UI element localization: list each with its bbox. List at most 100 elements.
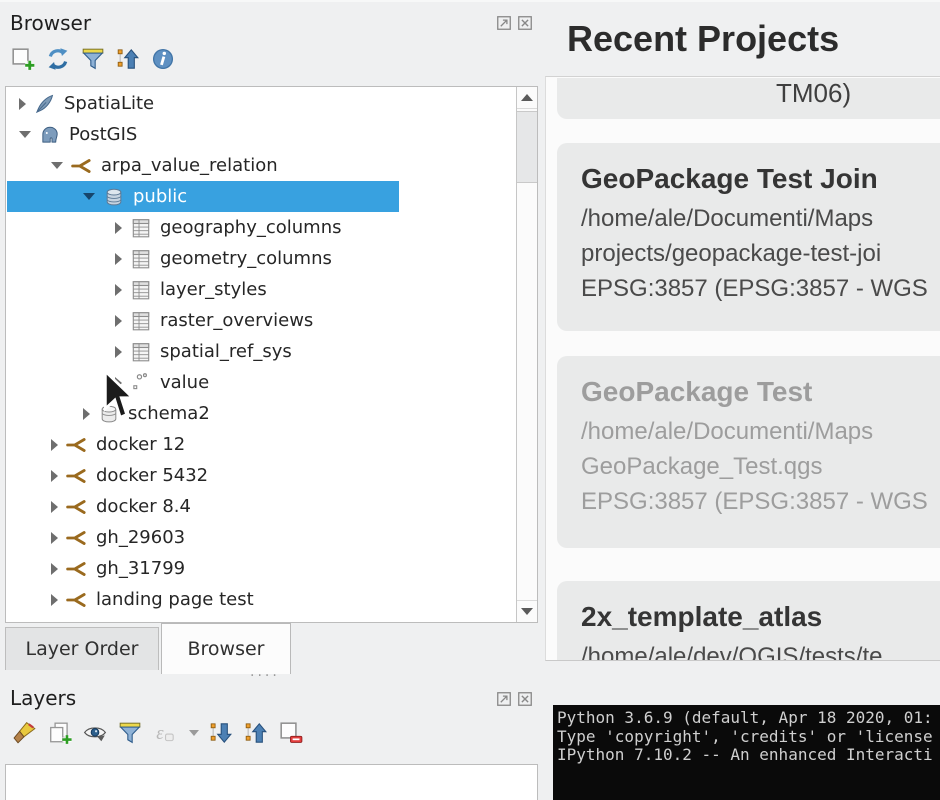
collapse-all-icon xyxy=(116,47,140,71)
expand-arrow-icon[interactable] xyxy=(19,98,26,110)
close-icon xyxy=(518,692,532,706)
tree-scrollbar[interactable] xyxy=(516,87,537,622)
expand-arrow-icon[interactable] xyxy=(51,439,58,451)
manage-map-themes-button[interactable] xyxy=(82,720,108,746)
schema-icon xyxy=(103,186,125,208)
layers-panel-title: Layers xyxy=(10,686,76,710)
project-path-line: GeoPackage_Test.qgs xyxy=(581,449,940,484)
collapse-all-icon xyxy=(244,721,268,745)
open-layer-styling-button[interactable] xyxy=(12,720,38,746)
add-group-button[interactable] xyxy=(47,720,73,746)
expand-arrow-icon[interactable] xyxy=(51,594,58,606)
layers-toolbar xyxy=(12,720,304,746)
expand-all-button[interactable] xyxy=(208,720,234,746)
expand-arrow-icon[interactable] xyxy=(115,377,122,389)
expand-arrow-icon[interactable] xyxy=(51,501,58,513)
project-path-line: /home/ale/Documenti/Maps xyxy=(581,201,940,236)
db-connection-icon xyxy=(66,496,88,518)
db-connection-icon xyxy=(66,589,88,611)
scroll-up-icon xyxy=(521,94,533,101)
db-connection-icon xyxy=(66,465,88,487)
project-crs-line: EPSG:3857 (EPSG:3857 - WGS xyxy=(581,271,940,306)
tree-item-gh-31799[interactable]: gh_31799 xyxy=(7,553,399,584)
tree-item-postgis[interactable]: PostGIS xyxy=(7,119,399,150)
filter-legend-button[interactable] xyxy=(117,720,143,746)
expand-arrow-icon[interactable] xyxy=(115,284,122,296)
project-title: GeoPackage Test xyxy=(581,376,940,408)
float-icon xyxy=(497,16,511,30)
expand-arrow-icon[interactable] xyxy=(19,131,31,138)
recent-project-card-geopackage-test-join[interactable]: GeoPackage Test Join /home/ale/Documenti… xyxy=(557,143,940,331)
filter-by-expression-button[interactable] xyxy=(152,720,178,746)
db-connection-icon xyxy=(66,527,88,549)
db-connection-icon xyxy=(71,155,93,177)
table-icon xyxy=(130,341,152,363)
scrollbar-down-button[interactable] xyxy=(517,600,537,622)
browser-panel-title: Browser xyxy=(10,11,91,35)
project-path-line: /home/ale/Documenti/Maps xyxy=(581,414,940,449)
recent-project-card-2x-template-atlas[interactable]: 2x_template_atlas /home/ale/dev/QGIS/tes… xyxy=(557,581,940,661)
recent-project-card-partial[interactable]: TM06) xyxy=(557,78,940,119)
tree-item-public[interactable]: public xyxy=(7,181,399,212)
expand-arrow-icon[interactable] xyxy=(51,532,58,544)
expand-arrow-icon[interactable] xyxy=(115,222,122,234)
expand-arrow-icon[interactable] xyxy=(83,193,95,200)
qgis-window: Browser SpatiaLite PostGIS arpa_value_re… xyxy=(0,0,940,800)
tree-item-value[interactable]: value xyxy=(7,367,399,398)
refresh-icon xyxy=(46,47,70,71)
expand-arrow-icon[interactable] xyxy=(51,470,58,482)
scroll-down-icon xyxy=(521,608,533,615)
tree-item-raster-overviews[interactable]: raster_overviews xyxy=(7,305,399,336)
filter-icon xyxy=(118,721,142,745)
expand-all-icon xyxy=(209,721,233,745)
tree-item-schema2[interactable]: schema2 xyxy=(7,398,399,429)
tab-layer-order[interactable]: Layer Order xyxy=(5,627,159,670)
layers-list[interactable] xyxy=(5,764,538,800)
scrollbar-thumb[interactable] xyxy=(517,111,537,183)
tree-item-layer-styles[interactable]: layer_styles xyxy=(7,274,399,305)
splitter-handle[interactable]: ···· xyxy=(250,668,280,684)
filter-browser-button[interactable] xyxy=(80,46,106,72)
collapse-all-button[interactable] xyxy=(243,720,269,746)
python-console[interactable]: Python 3.6.9 (default, Apr 18 2020, 01: … xyxy=(553,705,940,800)
project-crs-line: EPSG:3857 (EPSG:3857 - WGS xyxy=(581,484,940,519)
filter-icon xyxy=(81,47,105,71)
table-icon xyxy=(130,310,152,332)
browser-float-button[interactable] xyxy=(497,15,511,29)
expand-arrow-icon[interactable] xyxy=(115,315,122,327)
db-connection-icon xyxy=(66,558,88,580)
recent-projects-list: TM06) GeoPackage Test Join /home/ale/Doc… xyxy=(545,76,940,661)
tree-item-docker-5432[interactable]: docker 5432 xyxy=(7,460,399,491)
tree-item-geometry-columns[interactable]: geometry_columns xyxy=(7,243,399,274)
browser-close-button[interactable] xyxy=(518,15,532,29)
scrollbar-up-button[interactable] xyxy=(517,87,537,109)
expand-arrow-icon[interactable] xyxy=(83,408,90,420)
refresh-button[interactable] xyxy=(45,46,71,72)
expand-arrow-icon[interactable] xyxy=(51,162,63,169)
project-title: GeoPackage Test Join xyxy=(581,163,940,195)
project-path-line: projects/geopackage-test-joi xyxy=(581,236,940,271)
expand-arrow-icon[interactable] xyxy=(115,346,122,358)
table-icon xyxy=(130,279,152,301)
tree-item-geography-columns[interactable]: geography_columns xyxy=(7,212,399,243)
remove-layer-button[interactable] xyxy=(278,720,304,746)
layers-close-button[interactable] xyxy=(518,691,532,705)
recent-project-card-geopackage-test[interactable]: GeoPackage Test /home/ale/Documenti/Maps… xyxy=(557,356,940,548)
add-selected-layers-button[interactable] xyxy=(10,46,36,72)
tree-item-landing-page-test[interactable]: landing page test xyxy=(7,584,399,615)
tree-item-spatial-ref-sys[interactable]: spatial_ref_sys xyxy=(7,336,399,367)
properties-widget-button[interactable] xyxy=(150,46,176,72)
tree-item-docker-12[interactable]: docker 12 xyxy=(7,429,399,460)
expand-arrow-icon[interactable] xyxy=(51,563,58,575)
chevron-down-icon[interactable] xyxy=(189,730,199,736)
console-line: Type 'copyright', 'credits' or 'license xyxy=(557,728,940,747)
tree-item-arpa-value-relation[interactable]: arpa_value_relation xyxy=(7,150,399,181)
layers-float-button[interactable] xyxy=(497,691,511,705)
tree-item-docker-8-4[interactable]: docker 8.4 xyxy=(7,491,399,522)
collapse-all-button[interactable] xyxy=(115,46,141,72)
tree-item-spatialite[interactable]: SpatiaLite xyxy=(7,88,399,119)
tab-browser[interactable]: Browser xyxy=(161,623,291,674)
expand-arrow-icon[interactable] xyxy=(115,253,122,265)
browser-toolbar xyxy=(10,46,176,72)
tree-item-gh-29603[interactable]: gh_29603 xyxy=(7,522,399,553)
